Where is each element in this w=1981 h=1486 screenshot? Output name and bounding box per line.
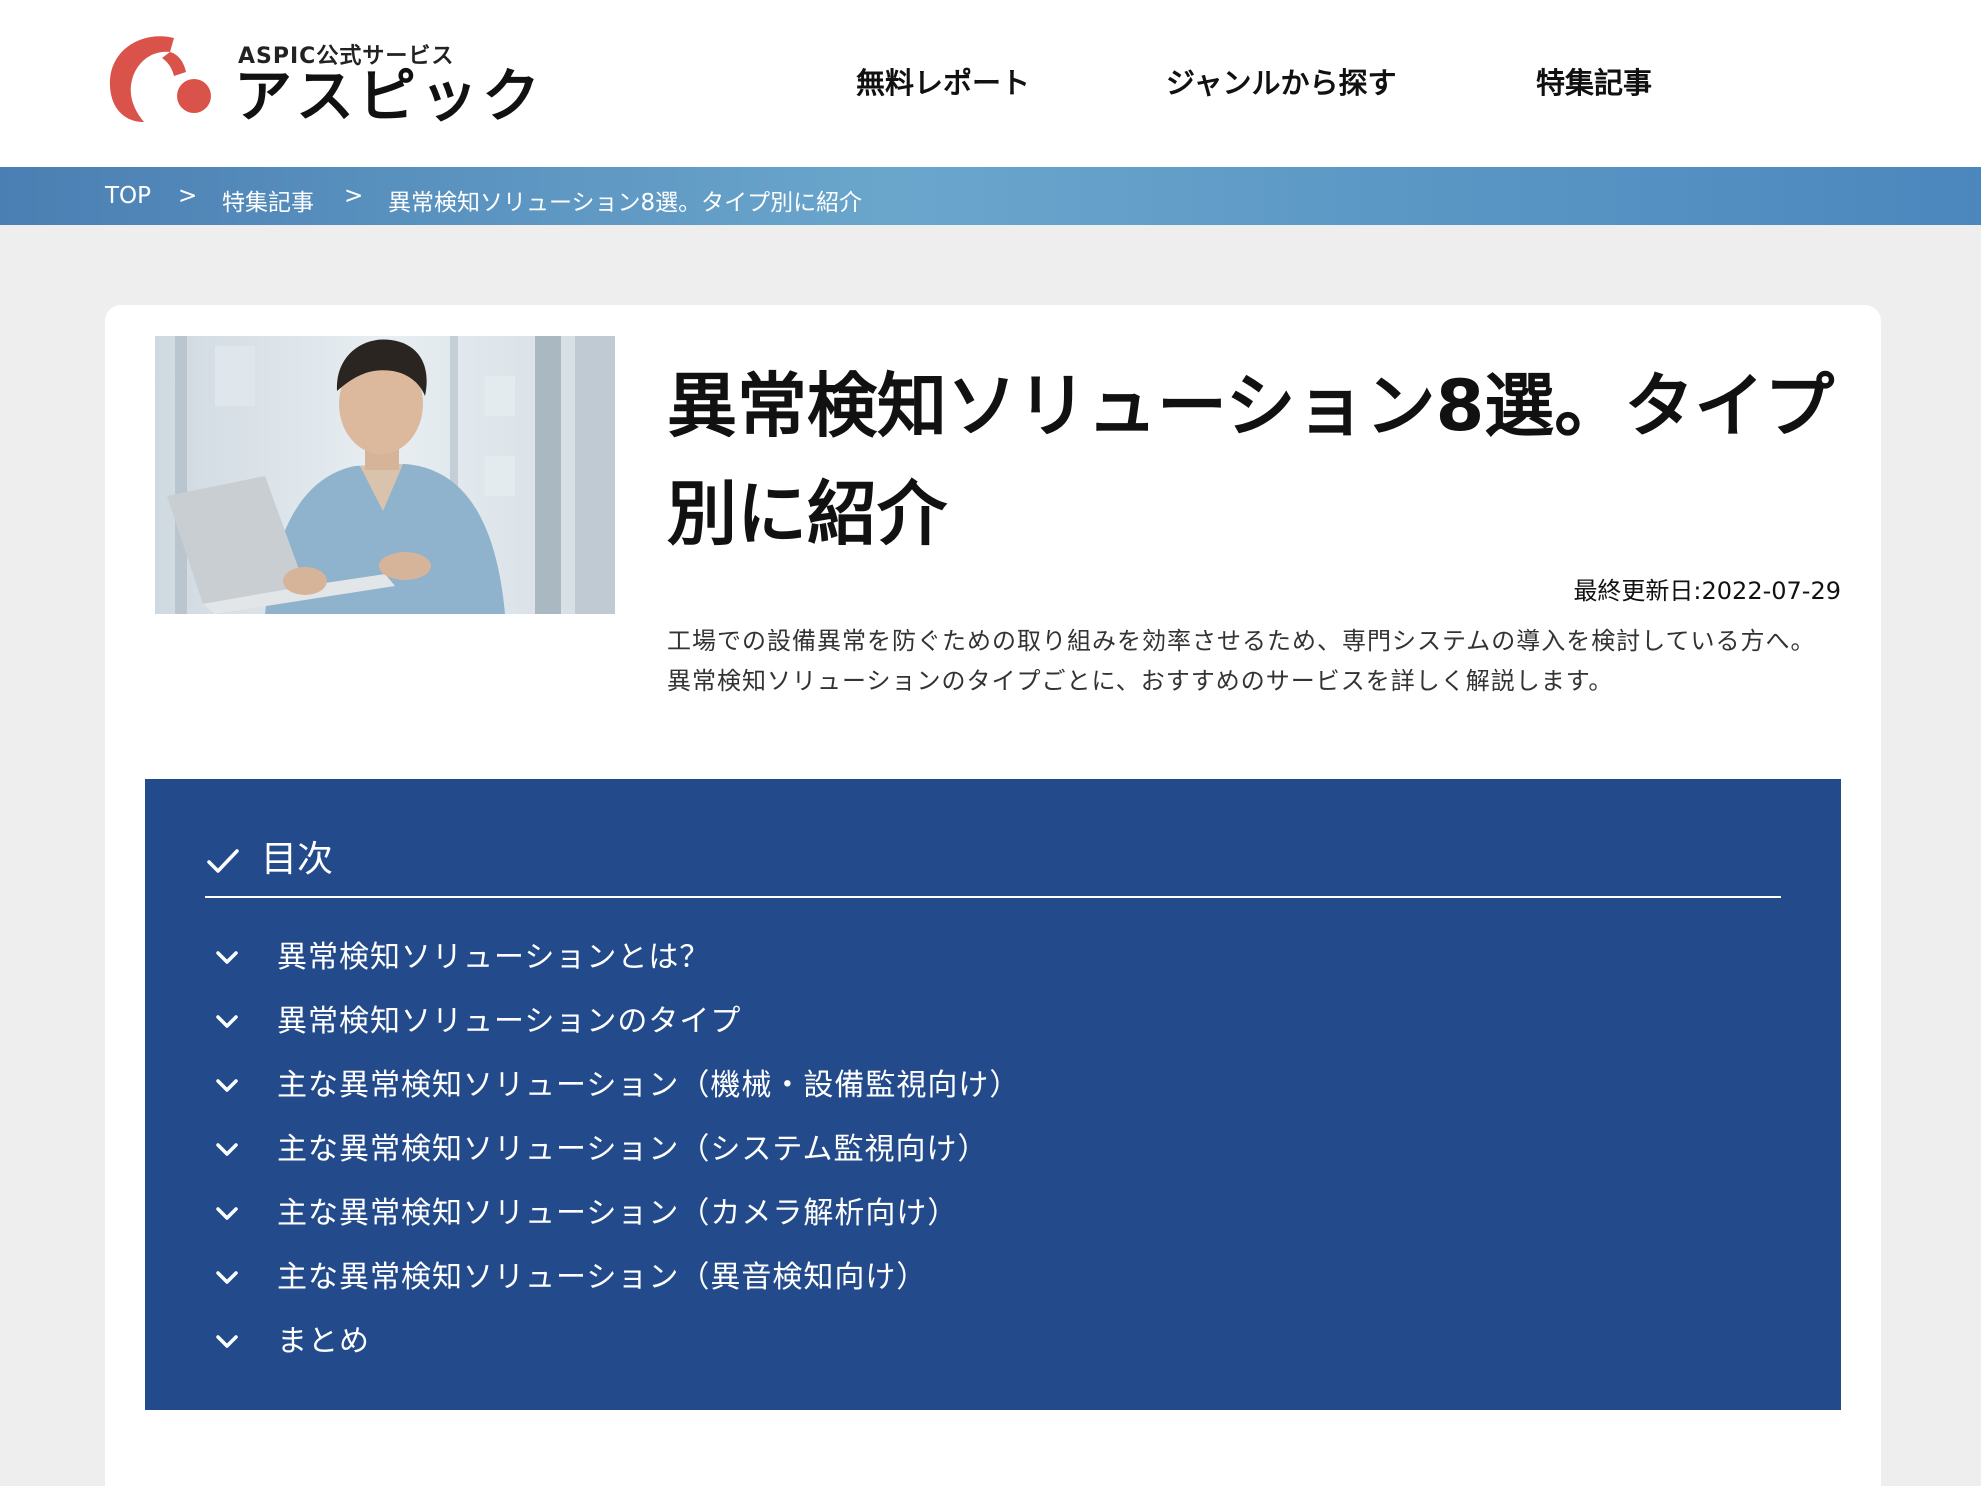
breadcrumb-top[interactable]: TOP bbox=[105, 183, 151, 209]
chevron-down-icon bbox=[216, 951, 238, 964]
toc-divider bbox=[205, 896, 1781, 898]
logo-title: アスピック bbox=[234, 62, 545, 130]
toc-item[interactable]: 主な異常検知ソリューション（システム監視向け） bbox=[215, 1118, 1715, 1182]
chevron-down-icon bbox=[216, 1143, 238, 1156]
toc-item[interactable]: 主な異常検知ソリューション（異音検知向け） bbox=[215, 1246, 1715, 1310]
nav-free-report[interactable]: 無料レポート bbox=[856, 60, 1030, 102]
breadcrumb: TOP > 特集記事 > 異常検知ソリューション8選。タイプ別に紹介 bbox=[0, 167, 1981, 225]
table-of-contents: 目次 異常検知ソリューションとは？ 異常検知ソリューションのタイプ 主な異常検知… bbox=[145, 779, 1841, 1410]
toc-item-label: 主な異常検知ソリューション（カメラ解析向け） bbox=[277, 1196, 959, 1231]
breadcrumb-separator: > bbox=[344, 183, 364, 209]
chevron-down-icon bbox=[216, 1271, 238, 1284]
toc-item-label: 異常検知ソリューションのタイプ bbox=[277, 1004, 742, 1039]
chevron-down-icon bbox=[216, 1015, 238, 1028]
chevron-down-icon bbox=[216, 1335, 238, 1348]
toc-item[interactable]: 異常検知ソリューションとは？ bbox=[215, 926, 1715, 990]
breadcrumb-separator: > bbox=[178, 183, 198, 209]
chevron-down-icon bbox=[216, 1079, 238, 1092]
toc-list: 異常検知ソリューションとは？ 異常検知ソリューションのタイプ 主な異常検知ソリュ… bbox=[215, 926, 1715, 1374]
logo-mark-icon bbox=[109, 36, 211, 122]
toc-heading-label: 目次 bbox=[261, 839, 334, 880]
toc-item[interactable]: 異常検知ソリューションのタイプ bbox=[215, 990, 1715, 1054]
toc-item-label: 異常検知ソリューションとは？ bbox=[277, 940, 711, 975]
toc-item[interactable]: 主な異常検知ソリューション（カメラ解析向け） bbox=[215, 1182, 1715, 1246]
breadcrumb-features[interactable]: 特集記事 bbox=[222, 183, 314, 217]
toc-item-label: 主な異常検知ソリューション（システム監視向け） bbox=[277, 1132, 989, 1167]
nav-genre-search[interactable]: ジャンルから探す bbox=[1166, 60, 1397, 102]
chevron-down-icon bbox=[216, 1207, 238, 1220]
site-logo[interactable]: ASPIC公式サービス アスピック bbox=[104, 28, 540, 128]
article-title: 異常検知ソリューション8選。タイプ別に紹介 bbox=[667, 365, 1835, 555]
article-thumbnail-image bbox=[155, 336, 615, 614]
toc-item-label: 主な異常検知ソリューション（機械・設備監視向け） bbox=[277, 1068, 1021, 1103]
site-header: ASPIC公式サービス アスピック 無料レポート ジャンルから探す 特集記事 bbox=[0, 0, 1981, 167]
article-thumbnail bbox=[155, 336, 615, 614]
breadcrumb-current: 異常検知ソリューション8選。タイプ別に紹介 bbox=[388, 190, 863, 216]
check-icon bbox=[207, 849, 239, 873]
toc-item-label: 主な異常検知ソリューション（異音検知向け） bbox=[277, 1260, 928, 1295]
toc-item[interactable]: まとめ bbox=[215, 1310, 1715, 1374]
toc-item-label: まとめ bbox=[277, 1324, 370, 1359]
last-updated: 最終更新日:2022-07-29 bbox=[1573, 577, 1841, 605]
article-description: 工場での設備異常を防ぐための取り組みを効率させるため、専門システムの導入を検討し… bbox=[667, 627, 1816, 695]
nav-features[interactable]: 特集記事 bbox=[1536, 60, 1652, 102]
toc-item[interactable]: 主な異常検知ソリューション（機械・設備監視向け） bbox=[215, 1054, 1715, 1118]
